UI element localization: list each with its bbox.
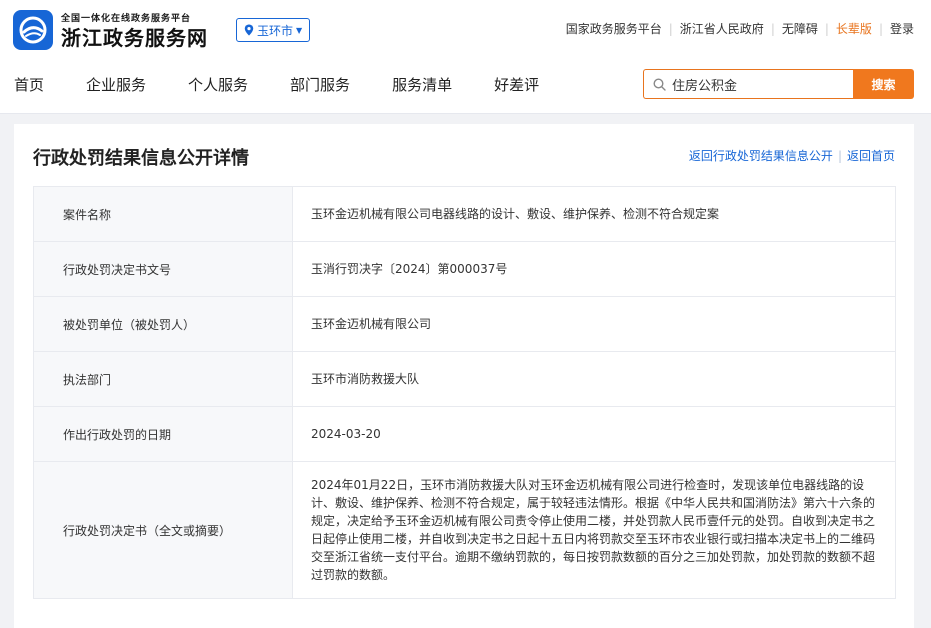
page-title: 行政处罚结果信息公开详情 [33, 148, 249, 169]
nav-item-feedback[interactable]: 好差评 [494, 74, 539, 95]
city-selector[interactable]: 玉环市 ▼ [236, 18, 311, 42]
link-accessibility[interactable]: 无障碍 [782, 20, 818, 37]
search-icon [653, 77, 666, 91]
divider: | [824, 21, 829, 36]
row-value-enforcement-dept: 玉环市消防救援大队 [292, 351, 896, 407]
link-zhejiang-government[interactable]: 浙江省人民政府 [680, 20, 764, 37]
link-login[interactable]: 登录 [890, 20, 914, 37]
nav-item-personal[interactable]: 个人服务 [188, 74, 248, 95]
site-logo-icon[interactable] [13, 10, 53, 50]
row-label-decision-number: 行政处罚决定书文号 [33, 241, 293, 297]
divider: | [668, 21, 673, 36]
table-row: 行政处罚决定书（全文或摘要） 2024年01月22日，玉环市消防救援大队对玉环金… [33, 461, 896, 599]
table-row: 被处罚单位（被处罚人） 玉环金迈机械有限公司 [33, 296, 896, 352]
detail-panel: 行政处罚结果信息公开详情 返回行政处罚结果信息公开 | 返回首页 案件名称 玉环… [14, 124, 914, 628]
search-box [643, 69, 854, 99]
city-label: 玉环市 [257, 23, 294, 38]
chevron-down-icon: ▼ [296, 25, 303, 35]
site-header: 全国一体化在线政务服务平台 浙江政务服务网 玉环市 ▼ 国家政务服务平台 | 浙… [0, 0, 931, 114]
table-row: 行政处罚决定书文号 玉消行罚决字〔2024〕第000037号 [33, 241, 896, 297]
divider: | [770, 21, 775, 36]
row-label-enforcement-dept: 执法部门 [33, 351, 293, 407]
main-nav: 首页 企业服务 个人服务 部门服务 服务清单 好差评 [14, 74, 539, 95]
link-elder-version[interactable]: 长辈版 [836, 20, 872, 37]
row-value-penalized-party: 玉环金迈机械有限公司 [292, 296, 896, 352]
row-label-decision-date: 作出行政处罚的日期 [33, 406, 293, 462]
table-row: 作出行政处罚的日期 2024-03-20 [33, 406, 896, 462]
row-value-decision-date: 2024-03-20 [292, 406, 896, 462]
table-row: 执法部门 玉环市消防救援大队 [33, 351, 896, 407]
location-pin-icon [244, 24, 254, 36]
back-to-list-link[interactable]: 返回行政处罚结果信息公开 [689, 147, 833, 164]
link-national-platform[interactable]: 国家政务服务平台 [566, 20, 662, 37]
detail-table: 案件名称 玉环金迈机械有限公司电器线路的设计、敷设、维护保养、检测不符合规定案 … [33, 186, 896, 599]
row-value-case-name: 玉环金迈机械有限公司电器线路的设计、敷设、维护保养、检测不符合规定案 [292, 186, 896, 242]
back-to-home-link[interactable]: 返回首页 [847, 147, 895, 164]
nav-item-department[interactable]: 部门服务 [290, 74, 350, 95]
row-value-decision-number: 玉消行罚决字〔2024〕第000037号 [292, 241, 896, 297]
nav-item-enterprise[interactable]: 企业服务 [86, 74, 146, 95]
top-links: 国家政务服务平台 | 浙江省人民政府 | 无障碍 | 长辈版 | 登录 [566, 20, 914, 37]
row-label-case-name: 案件名称 [33, 186, 293, 242]
divider: | [837, 148, 842, 163]
row-label-penalized-party: 被处罚单位（被处罚人） [33, 296, 293, 352]
divider: | [878, 21, 883, 36]
row-label-decision-text: 行政处罚决定书（全文或摘要） [33, 461, 293, 599]
nav-item-home[interactable]: 首页 [14, 74, 44, 95]
search-input[interactable] [672, 76, 842, 92]
search-button[interactable]: 搜索 [853, 69, 914, 99]
row-value-decision-text: 2024年01月22日，玉环市消防救援大队对玉环金迈机械有限公司进行检查时，发现… [292, 461, 896, 599]
panel-links: 返回行政处罚结果信息公开 | 返回首页 [689, 147, 895, 164]
nav-item-service-list[interactable]: 服务清单 [392, 74, 452, 95]
site-title[interactable]: 浙江政务服务网 [61, 22, 208, 51]
table-row: 案件名称 玉环金迈机械有限公司电器线路的设计、敷设、维护保养、检测不符合规定案 [33, 186, 896, 242]
